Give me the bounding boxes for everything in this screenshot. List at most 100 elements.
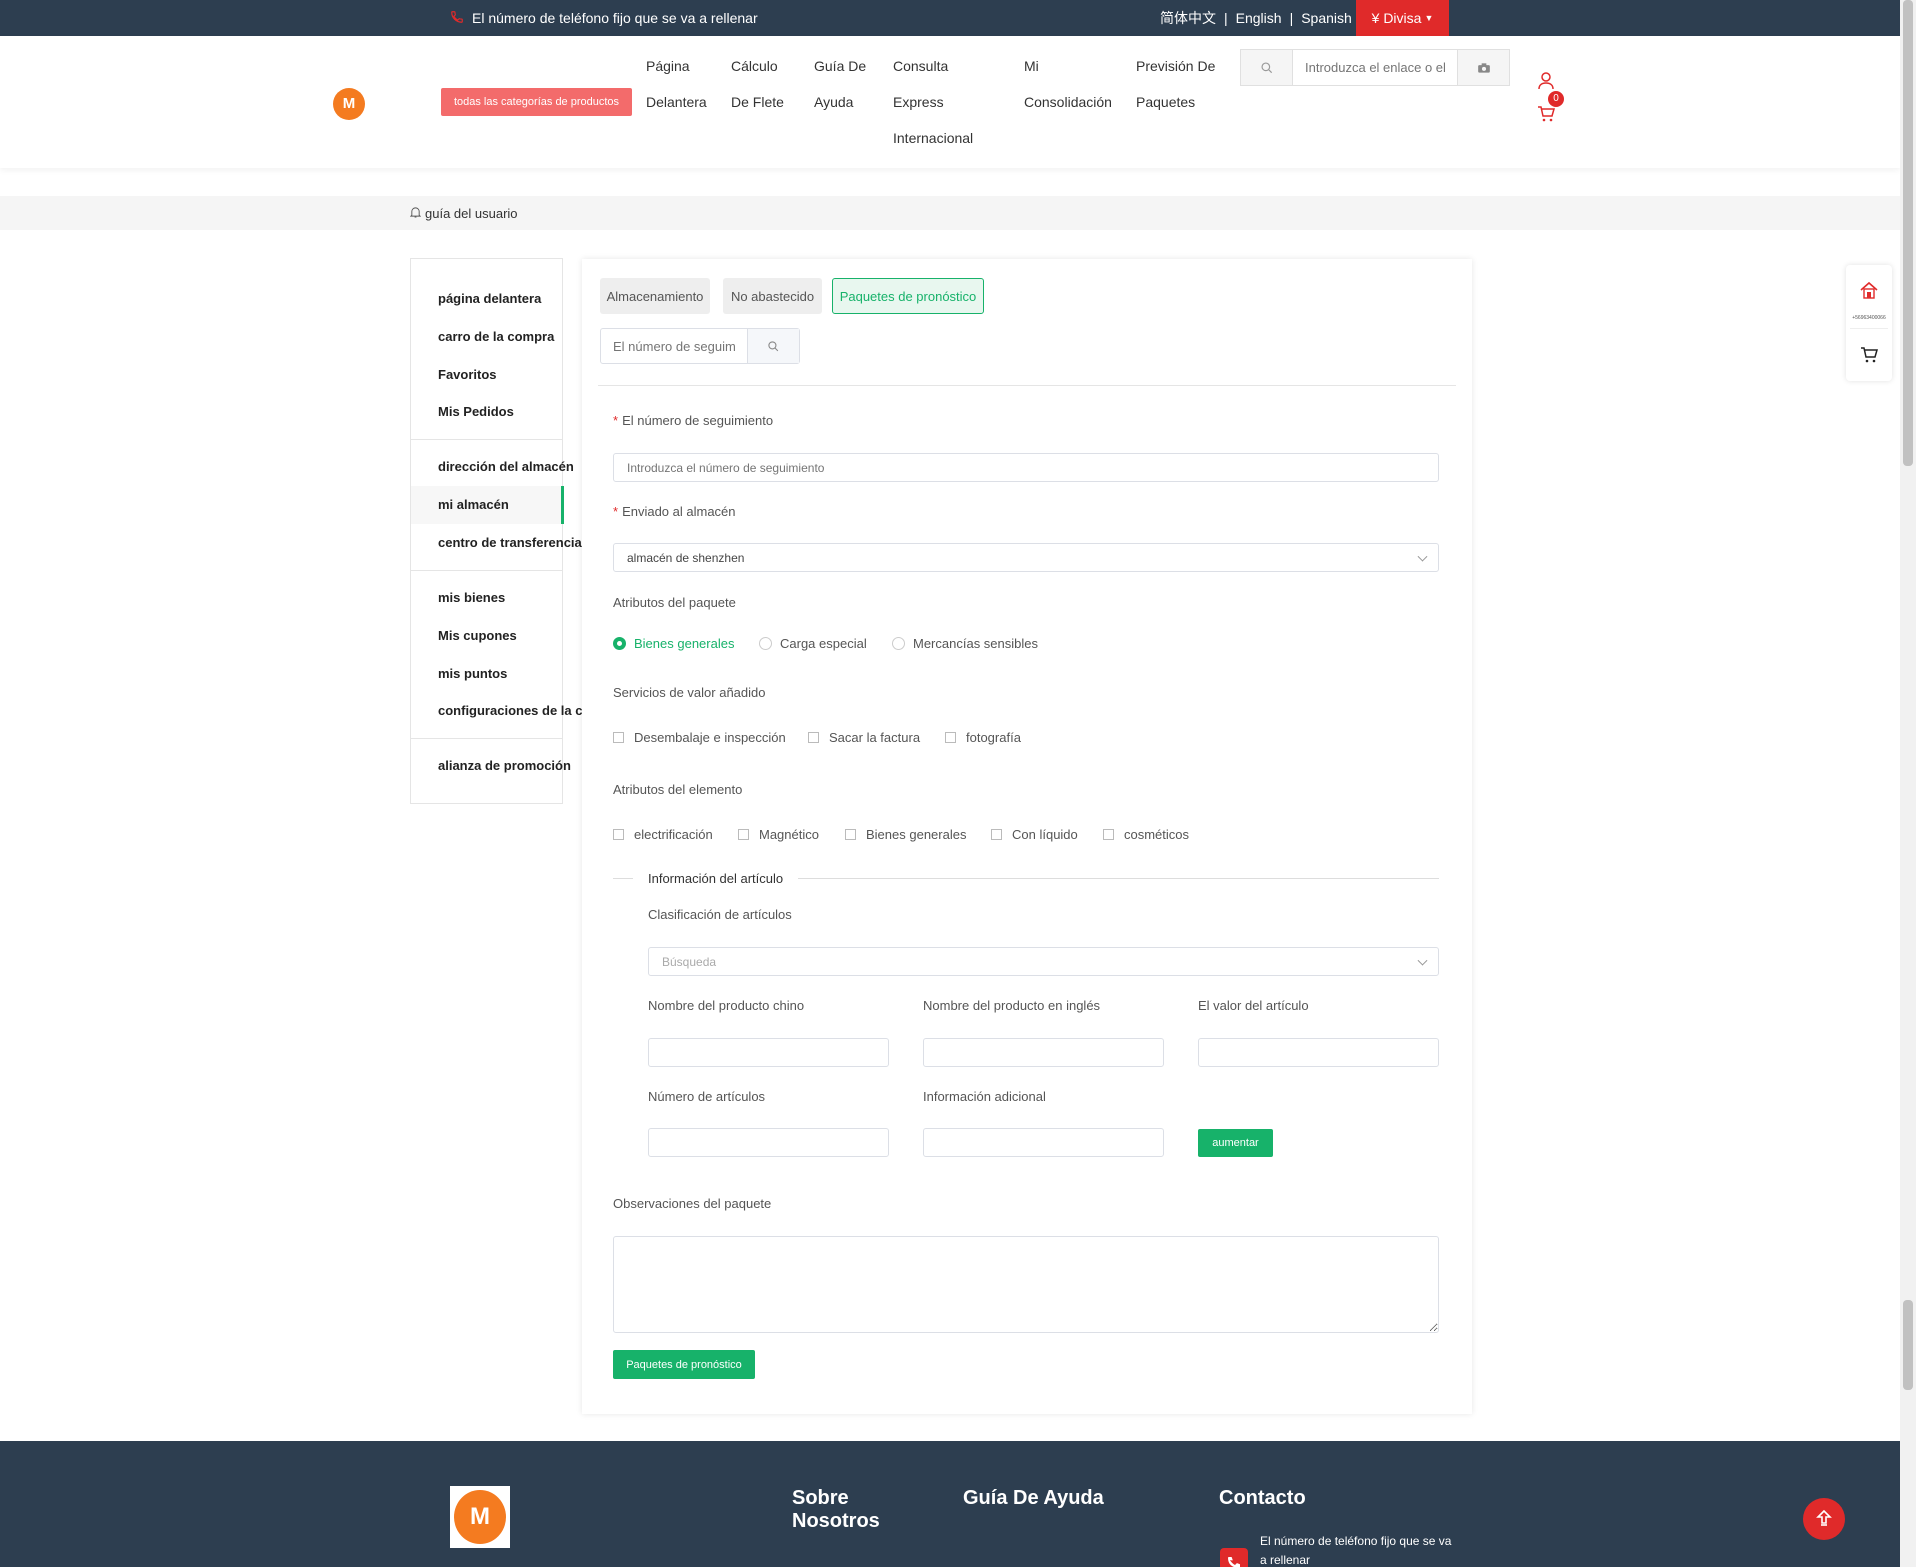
checkbox-label-magnetic[interactable]: Magnético [759, 827, 819, 842]
breadcrumb-label[interactable]: guía del usuario [425, 206, 518, 221]
sidebar-item-points[interactable]: mis puntos [438, 666, 507, 681]
checkbox-label-unpack-inspect[interactable]: Desembalaje e inspección [634, 730, 786, 745]
forecast-panel: Almacenamiento No abastecido Paquetes de… [582, 259, 1472, 1414]
divider [598, 385, 1456, 386]
checkbox-label-cosmetics[interactable]: cosméticos [1124, 827, 1189, 842]
nav-package-forecast[interactable]: Previsión De Paquetes [1136, 48, 1215, 120]
checkbox-label-general-goods[interactable]: Bienes generales [866, 827, 966, 842]
scrollbar-thumb-secondary[interactable] [1903, 1300, 1913, 1390]
footer-contact-heading: Contacto [1219, 1487, 1306, 1509]
checkbox-electrification[interactable] [613, 829, 624, 840]
checkbox-cosmetics[interactable] [1103, 829, 1114, 840]
sidebar-item-my-goods[interactable]: mis bienes [438, 590, 505, 605]
checkbox-label-electrification[interactable]: electrificación [634, 827, 713, 842]
arrow-up-icon [1816, 1509, 1832, 1530]
lang-zh[interactable]: 简体中文 [1160, 8, 1216, 28]
sidebar-item-orders[interactable]: Mis Pedidos [438, 404, 514, 419]
tracking-search-input[interactable] [601, 329, 747, 363]
add-item-button[interactable]: aumentar [1198, 1129, 1273, 1157]
tab-not-stocked[interactable]: No abastecido [723, 278, 822, 314]
sidebar-item-home[interactable]: página delantera [438, 291, 541, 306]
sidebar-item-transfer-center[interactable]: centro de transferencia [438, 535, 582, 550]
checkbox-invoice[interactable] [808, 732, 819, 743]
divider [1850, 328, 1888, 329]
tab-storage[interactable]: Almacenamiento [600, 278, 710, 314]
classification-placeholder: Búsqueda [662, 954, 717, 969]
site-footer [0, 1441, 1900, 1567]
remarks-label: Observaciones del paquete [613, 1196, 772, 1211]
sidebar-item-my-warehouse[interactable]: mi almacén [438, 497, 509, 512]
lang-es[interactable]: Spanish [1301, 10, 1352, 26]
checkbox-label-photo[interactable]: fotografía [966, 730, 1021, 745]
nav-help-guide[interactable]: Guía De Ayuda [814, 48, 866, 120]
footer-help-heading[interactable]: Guía De Ayuda [963, 1487, 1104, 1510]
checkbox-liquid[interactable] [991, 829, 1002, 840]
sidebar-item-warehouse-address[interactable]: dirección del almacén [438, 459, 574, 474]
lang-en[interactable]: English [1236, 10, 1282, 26]
footer-logo[interactable]: M [450, 1486, 510, 1548]
chevron-down-icon [1417, 551, 1428, 562]
qty-input[interactable] [648, 1128, 889, 1157]
top-bar: El número de teléfono fijo que se va a r… [0, 0, 1900, 36]
phone-icon [450, 10, 464, 27]
radio-label-general-goods[interactable]: Bienes generales [634, 636, 734, 651]
checkbox-label-invoice[interactable]: Sacar la factura [829, 730, 920, 745]
back-to-top-button[interactable] [1803, 1498, 1845, 1540]
submit-forecast-button[interactable]: Paquetes de pronóstico [613, 1350, 755, 1379]
radio-general-goods[interactable] [613, 637, 626, 650]
warehouse-label: * Enviado al almacén [613, 504, 736, 519]
radio-label-special-cargo[interactable]: Carga especial [780, 636, 867, 651]
warehouse-select[interactable]: almacén de shenzhen [613, 543, 1439, 572]
top-phone-text: El número de teléfono fijo que se va a r… [472, 10, 758, 26]
all-categories-button[interactable]: todas las categorías de productos [441, 88, 632, 116]
extra-info-input[interactable] [923, 1128, 1164, 1157]
footer-contact-phone: El número de teléfono fijo que se va a r… [1260, 1534, 1452, 1567]
camera-icon[interactable] [1457, 50, 1509, 85]
cn-name-input[interactable] [648, 1038, 889, 1067]
cn-name-label: Nombre del producto chino [648, 998, 805, 1013]
radio-sensitive-goods[interactable] [892, 637, 905, 650]
nav-my-consolidation[interactable]: Mi Consolidación [1024, 48, 1112, 120]
user-icon[interactable] [1538, 72, 1554, 93]
search-icon[interactable] [1241, 50, 1293, 85]
sidebar-item-coupons[interactable]: Mis cupones [438, 628, 517, 643]
classification-select[interactable]: Búsqueda [648, 947, 1439, 976]
nav-home[interactable]: Página Delantera [646, 48, 707, 120]
cart-icon[interactable] [1537, 106, 1555, 125]
checkbox-label-liquid[interactable]: Con líquido [1012, 827, 1078, 842]
item-value-input[interactable] [1198, 1038, 1439, 1067]
sidebar-item-favorites[interactable]: Favoritos [438, 367, 497, 382]
sidebar-item-cart[interactable]: carro de la compra [438, 329, 554, 344]
checkbox-general-goods[interactable] [845, 829, 856, 840]
checkbox-magnetic[interactable] [738, 829, 749, 840]
package-attr-label: Atributos del paquete [613, 595, 736, 610]
checkbox-unpack-inspect[interactable] [613, 732, 624, 743]
sidebar-divider [411, 439, 562, 440]
tracking-label: * El número de seguimiento [613, 413, 774, 428]
sidebar-item-promotion-alliance[interactable]: alianza de promoción [438, 758, 571, 773]
radio-special-cargo[interactable] [759, 637, 772, 650]
nav-freight-calc[interactable]: Cálculo De Flete [731, 48, 784, 120]
header-search-input[interactable] [1293, 50, 1457, 85]
scrollbar-thumb[interactable] [1903, 0, 1913, 466]
nav-express-query[interactable]: Consulta Express Internacional [893, 48, 973, 156]
remarks-textarea[interactable] [613, 1236, 1439, 1333]
account-sidebar: página delantera carro de la compra Favo… [410, 258, 617, 804]
en-name-input[interactable] [923, 1038, 1164, 1067]
tab-package-forecast[interactable]: Paquetes de pronóstico [832, 278, 984, 314]
warehouse-select-value: almacén de shenzhen [627, 550, 745, 565]
tracking-number-input[interactable] [613, 453, 1439, 482]
search-icon[interactable] [747, 329, 799, 363]
site-logo[interactable] [333, 88, 365, 120]
currency-button[interactable]: ¥ Divisa ▼ [1356, 0, 1449, 36]
cart-icon[interactable] [1860, 347, 1878, 366]
section-line [613, 878, 633, 879]
breadcrumb-bar: guía del usuario [0, 196, 1900, 230]
home-icon[interactable] [1859, 281, 1879, 302]
checkbox-photo[interactable] [945, 732, 956, 743]
radio-label-sensitive-goods[interactable]: Mercancías sensibles [913, 636, 1038, 651]
extra-info-label: Información adicional [923, 1089, 1046, 1104]
sidebar-divider [411, 738, 562, 739]
footer-about-heading[interactable]: Sobre Nosotros [792, 1487, 902, 1533]
cart-count-badge: 0 [1548, 91, 1564, 107]
